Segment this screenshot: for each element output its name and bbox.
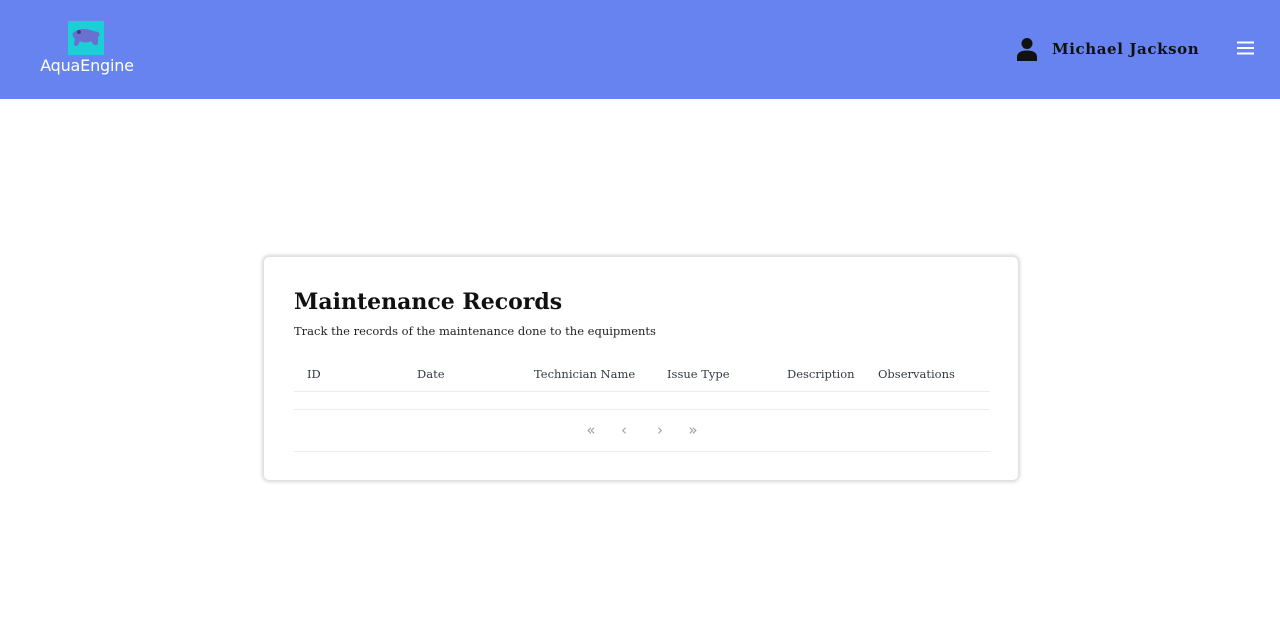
user-profile[interactable]: Michael Jackson	[1016, 36, 1199, 62]
hamburger-menu-icon	[1237, 41, 1254, 55]
pagination: « ‹ › »	[294, 410, 990, 452]
page-title: Maintenance Records	[294, 289, 563, 315]
table-body-empty	[294, 392, 990, 410]
column-header-technician-name[interactable]: Technician Name	[534, 367, 635, 381]
brand-logo[interactable]: AquaEngine	[40, 20, 134, 80]
first-page-button[interactable]: «	[581, 420, 601, 440]
hamburger-menu-button[interactable]	[1236, 40, 1256, 56]
user-icon	[1017, 38, 1037, 61]
table-header: ID Date Technician Name Issue Type Descr…	[294, 361, 990, 392]
column-header-date[interactable]: Date	[417, 367, 445, 381]
column-header-issue-type[interactable]: Issue Type	[667, 367, 730, 381]
maintenance-records-card: Maintenance Records Track the records of…	[263, 256, 1019, 481]
column-header-observations[interactable]: Observations	[878, 367, 955, 381]
page-subtitle: Track the records of the maintenance don…	[294, 324, 656, 338]
column-header-description[interactable]: Description	[787, 367, 855, 381]
previous-page-button[interactable]: ‹	[614, 420, 634, 440]
brand-name: AquaEngine	[40, 56, 134, 75]
user-name: Michael Jackson	[1052, 40, 1200, 58]
next-page-button[interactable]: ›	[650, 420, 670, 440]
column-header-id[interactable]: ID	[307, 367, 321, 381]
aqua-engine-logo-icon	[68, 21, 104, 55]
top-header: AquaEngine Michael Jackson	[0, 0, 1280, 99]
last-page-button[interactable]: »	[683, 420, 703, 440]
